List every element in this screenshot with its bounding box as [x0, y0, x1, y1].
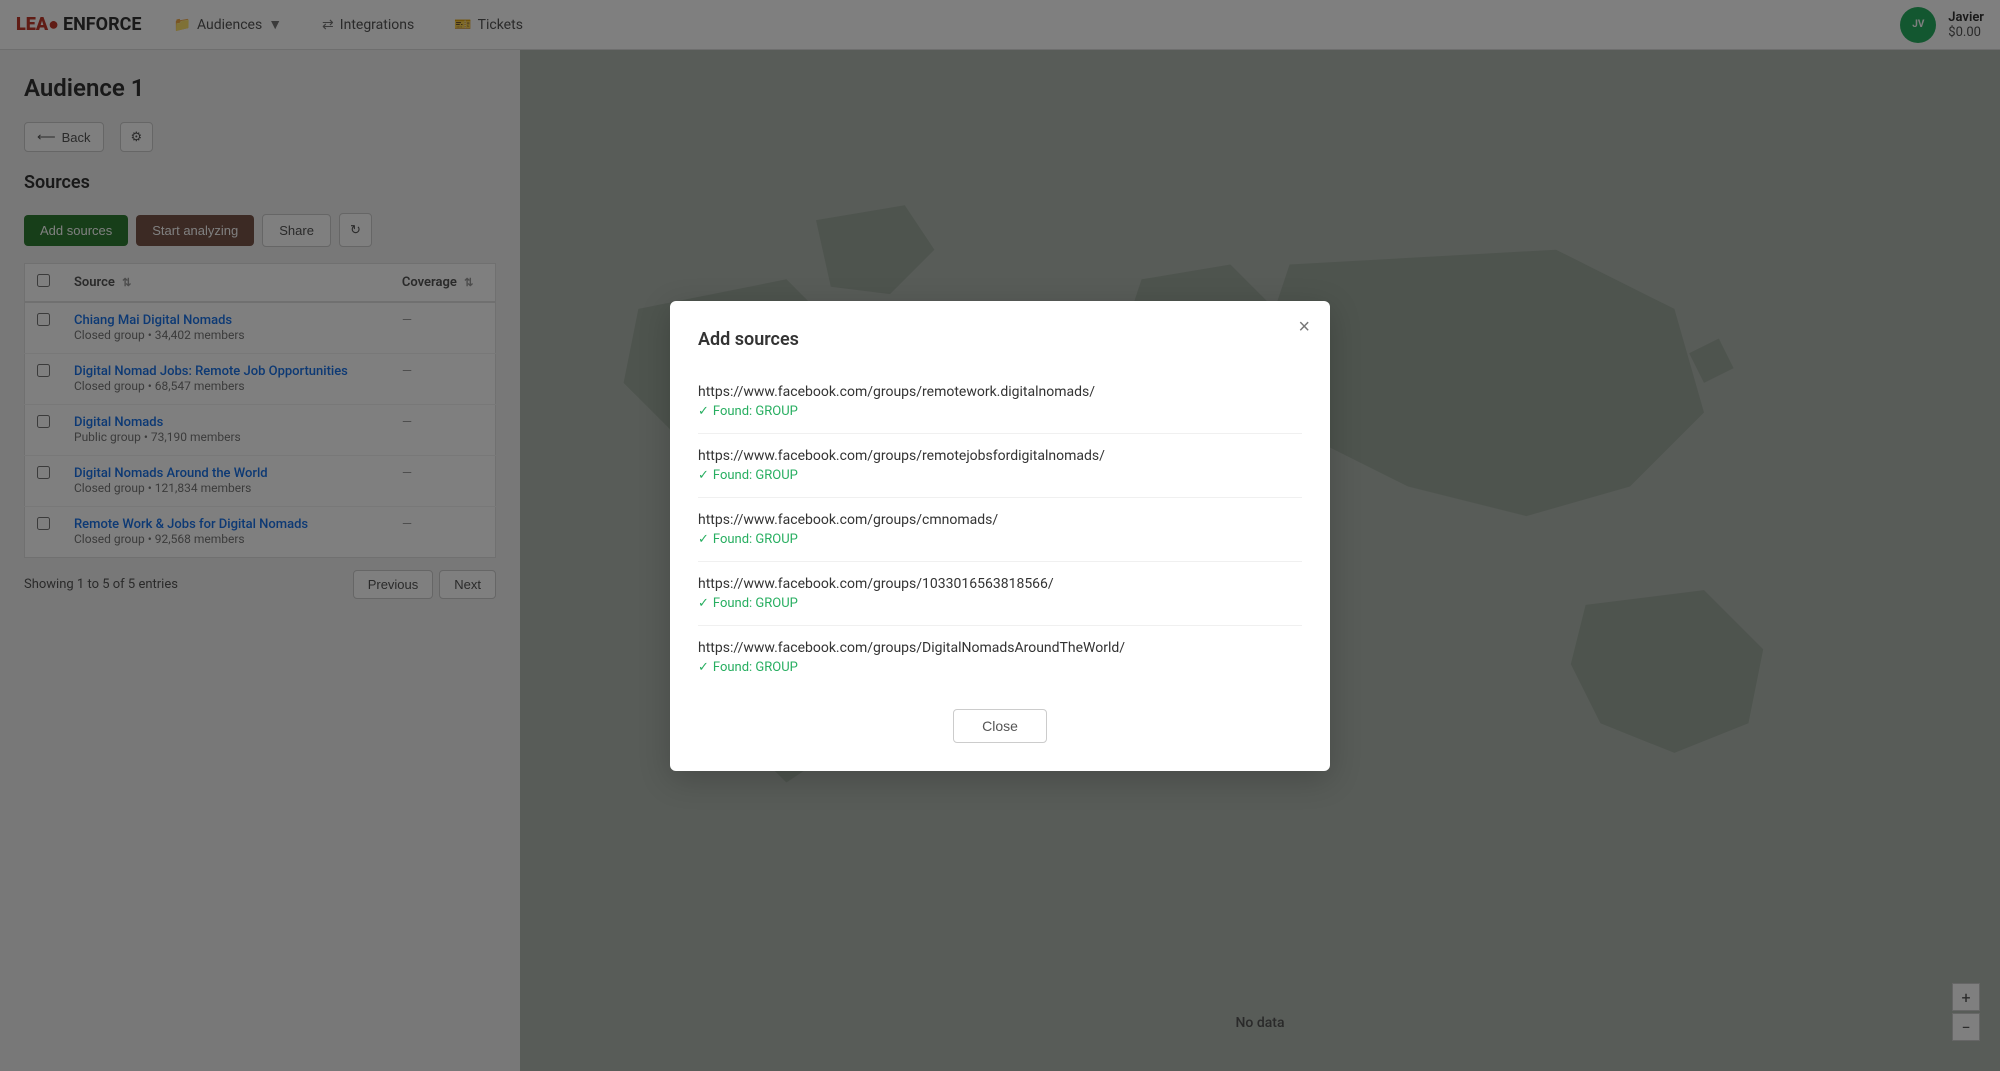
modal-footer: Close — [698, 709, 1302, 743]
check-icon: ✓ — [698, 660, 709, 675]
modal-source-url: https://www.facebook.com/groups/10330165… — [698, 576, 1302, 592]
add-sources-modal: Add sources × https://www.facebook.com/g… — [670, 301, 1330, 771]
modal-title: Add sources — [698, 329, 1302, 350]
check-icon: ✓ — [698, 468, 709, 483]
modal-source-status: ✓ Found: GROUP — [698, 404, 1302, 419]
modal-source-item: https://www.facebook.com/groups/remotewo… — [698, 370, 1302, 434]
modal-source-url: https://www.facebook.com/groups/cmnomads… — [698, 512, 1302, 528]
modal-source-status: ✓ Found: GROUP — [698, 596, 1302, 611]
modal-source-item: https://www.facebook.com/groups/10330165… — [698, 562, 1302, 626]
modal-source-status: ✓ Found: GROUP — [698, 660, 1302, 675]
modal-source-status: ✓ Found: GROUP — [698, 532, 1302, 547]
modal-source-status: ✓ Found: GROUP — [698, 468, 1302, 483]
check-icon: ✓ — [698, 596, 709, 611]
modal-close-button[interactable]: × — [1298, 317, 1310, 337]
modal-source-url: https://www.facebook.com/groups/remotewo… — [698, 384, 1302, 400]
modal-source-item: https://www.facebook.com/groups/DigitalN… — [698, 626, 1302, 689]
modal-close-btn[interactable]: Close — [953, 709, 1047, 743]
modal-source-item: https://www.facebook.com/groups/remotejo… — [698, 434, 1302, 498]
modal-overlay: Add sources × https://www.facebook.com/g… — [0, 0, 2000, 1071]
modal-source-url: https://www.facebook.com/groups/remotejo… — [698, 448, 1302, 464]
modal-source-url: https://www.facebook.com/groups/DigitalN… — [698, 640, 1302, 656]
check-icon: ✓ — [698, 532, 709, 547]
modal-sources-list: https://www.facebook.com/groups/remotewo… — [698, 370, 1302, 689]
check-icon: ✓ — [698, 404, 709, 419]
modal-source-item: https://www.facebook.com/groups/cmnomads… — [698, 498, 1302, 562]
